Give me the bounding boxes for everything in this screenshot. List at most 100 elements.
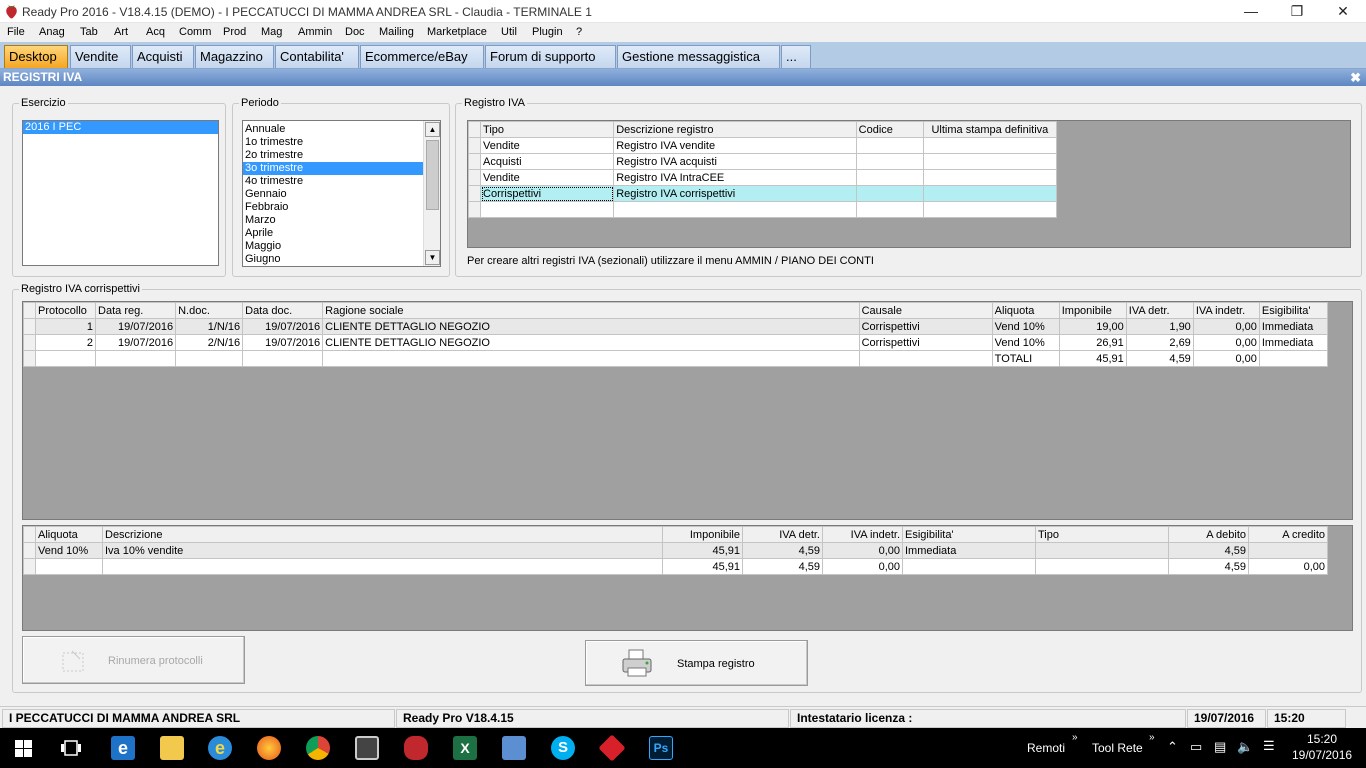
table-row-empty[interactable]	[467, 201, 1058, 218]
network-icon[interactable]: ▤	[1214, 739, 1226, 755]
photoshop-icon[interactable]: Ps	[649, 736, 673, 760]
periodo-item[interactable]: Maggio	[243, 240, 424, 253]
taskbar-date[interactable]: 19/07/2016	[1292, 748, 1352, 762]
col-a-debito[interactable]: A debito	[1168, 526, 1249, 543]
menu-acq[interactable]: Acq	[146, 26, 165, 38]
table-row[interactable]: 2 19/07/2016 2/N/16 19/07/2016 CLIENTE D…	[23, 334, 1329, 351]
menu-prod[interactable]: Prod	[223, 26, 246, 38]
menu-util[interactable]: Util	[501, 26, 517, 38]
table-row[interactable]: 1 19/07/2016 1/N/16 19/07/2016 CLIENTE D…	[23, 318, 1329, 335]
menu-doc[interactable]: Doc	[345, 26, 365, 38]
tray-expand-icon[interactable]: ⌃	[1167, 739, 1178, 755]
rinumera-protocolli-button[interactable]: Rinumera protocolli	[22, 636, 245, 684]
toolbar-tool-rete[interactable]: Tool Rete	[1092, 741, 1143, 755]
remote-desktop-icon[interactable]	[502, 736, 526, 760]
tab-acquisti[interactable]: Acquisti	[132, 45, 194, 68]
toolbar-remoti[interactable]: Remoti	[1027, 741, 1065, 755]
tab-forum-supporto[interactable]: Forum di supporto	[485, 45, 616, 68]
col-data-reg[interactable]: Data reg.	[95, 302, 177, 319]
periodo-item[interactable]: Annuale	[243, 123, 424, 136]
scroll-thumb[interactable]	[426, 140, 439, 210]
periodo-item[interactable]: 4o trimestre	[243, 175, 424, 188]
ready-pro-strawberry-icon[interactable]	[404, 736, 428, 760]
tab-more[interactable]: ...	[781, 45, 811, 68]
col-iva-detr[interactable]: IVA detr.	[742, 526, 823, 543]
menu-file[interactable]: File	[7, 26, 25, 38]
col-ndoc[interactable]: N.doc.	[175, 302, 244, 319]
calculator-icon[interactable]	[355, 736, 379, 760]
menu-marketplace[interactable]: Marketplace	[427, 26, 487, 38]
chevron-icon[interactable]: »	[1072, 732, 1078, 743]
col-a-credito[interactable]: A credito	[1248, 526, 1328, 543]
col-iva-detr[interactable]: IVA detr.	[1125, 302, 1194, 319]
col-esigibilita[interactable]: Esigibilita'	[1258, 302, 1329, 319]
col-descrizione[interactable]: Descrizione	[102, 526, 663, 543]
periodo-scrollbar[interactable]: ▲ ▼	[423, 121, 440, 266]
edge-browser-icon[interactable]: e	[111, 736, 135, 760]
file-explorer-icon[interactable]	[160, 736, 184, 760]
scroll-up-icon[interactable]: ▲	[425, 122, 440, 137]
col-tipo[interactable]: Tipo	[1035, 526, 1169, 543]
notifications-icon[interactable]: ☰	[1263, 738, 1275, 754]
col-aliquota[interactable]: Aliquota	[991, 302, 1060, 319]
periodo-item[interactable]: 2o trimestre	[243, 149, 424, 162]
col-descrizione[interactable]: Descrizione registro	[613, 121, 857, 138]
table-row-selected[interactable]: Corrispettivi Registro IVA corrispettivi	[467, 185, 1058, 202]
menu-tab[interactable]: Tab	[80, 26, 98, 38]
riepilogo-grid[interactable]: Aliquota Descrizione Imponibile IVA detr…	[22, 525, 1353, 631]
col-imponibile[interactable]: Imponibile	[1058, 302, 1127, 319]
periodo-item[interactable]: Marzo	[243, 214, 424, 227]
col-ragione-sociale[interactable]: Ragione sociale	[322, 302, 860, 319]
col-tipo[interactable]: Tipo	[480, 121, 615, 138]
menu-ammin[interactable]: Ammin	[298, 26, 332, 38]
periodo-item[interactable]: 1o trimestre	[243, 136, 424, 149]
registro-iva-grid[interactable]: Tipo Descrizione registro Codice Ultima …	[467, 120, 1351, 248]
col-iva-indetr[interactable]: IVA indetr.	[822, 526, 903, 543]
windows-start-icon[interactable]	[15, 740, 32, 757]
tab-magazzino[interactable]: Magazzino	[195, 45, 274, 68]
stampa-registro-button[interactable]: Stampa registro	[585, 640, 808, 686]
col-protocollo[interactable]: Protocollo	[34, 302, 97, 319]
periodo-item[interactable]: Gennaio	[243, 188, 424, 201]
menu-comm[interactable]: Comm	[179, 26, 211, 38]
periodo-item[interactable]: Febbraio	[243, 201, 424, 214]
col-aliquota[interactable]: Aliquota	[35, 526, 103, 543]
restore-button[interactable]: ❐	[1274, 0, 1320, 23]
tab-contabilita[interactable]: Contabilita'	[275, 45, 359, 68]
periodo-item-selected[interactable]: 3o trimestre	[243, 162, 424, 175]
tab-ecommerce-ebay[interactable]: Ecommerce/eBay	[360, 45, 484, 68]
close-window-button[interactable]: ✕	[1320, 0, 1366, 23]
periodo-item[interactable]: Giugno	[243, 253, 424, 266]
minimize-button[interactable]: —	[1228, 0, 1274, 23]
col-esigibilita[interactable]: Esigibilita'	[902, 526, 1036, 543]
menu-mag[interactable]: Mag	[261, 26, 282, 38]
taskbar-time[interactable]: 15:20	[1307, 732, 1337, 746]
menu-mailing[interactable]: Mailing	[379, 26, 414, 38]
skype-icon[interactable]: S	[551, 736, 575, 760]
close-form-icon[interactable]: ✖	[1350, 69, 1361, 86]
table-row[interactable]: Vend 10% Iva 10% vendite 45,91 4,59 0,00…	[23, 542, 1328, 559]
firefox-icon[interactable]	[257, 736, 281, 760]
table-row[interactable]: Vendite Registro IVA vendite	[467, 137, 1058, 154]
tab-gestione-messaggistica[interactable]: Gestione messaggistica	[617, 45, 780, 68]
volume-icon[interactable]: 🔈	[1237, 739, 1253, 755]
corrispettivi-grid[interactable]: Protocollo Data reg. N.doc. Data doc. Ra…	[22, 301, 1353, 520]
menu-plugin[interactable]: Plugin	[532, 26, 563, 38]
table-row[interactable]: Vendite Registro IVA IntraCEE	[467, 169, 1058, 186]
col-causale[interactable]: Causale	[858, 302, 993, 319]
tab-vendite[interactable]: Vendite	[70, 45, 131, 68]
col-iva-indetr[interactable]: IVA indetr.	[1192, 302, 1260, 319]
menu-anag[interactable]: Anag	[39, 26, 65, 38]
tab-desktop[interactable]: Desktop	[4, 45, 68, 68]
esercizio-listbox[interactable]: 2016 I PEC	[22, 120, 219, 266]
excel-icon[interactable]: X	[453, 736, 477, 760]
esercizio-item[interactable]: 2016 I PEC	[23, 121, 218, 134]
col-codice[interactable]: Codice	[855, 121, 924, 138]
chevron-icon[interactable]: »	[1149, 732, 1155, 743]
menu-art[interactable]: Art	[114, 26, 128, 38]
task-view-icon[interactable]	[60, 739, 82, 757]
anydesk-icon[interactable]	[598, 734, 626, 762]
internet-explorer-icon[interactable]: e	[208, 736, 232, 760]
periodo-item[interactable]: Aprile	[243, 227, 424, 240]
chrome-icon[interactable]	[306, 736, 330, 760]
